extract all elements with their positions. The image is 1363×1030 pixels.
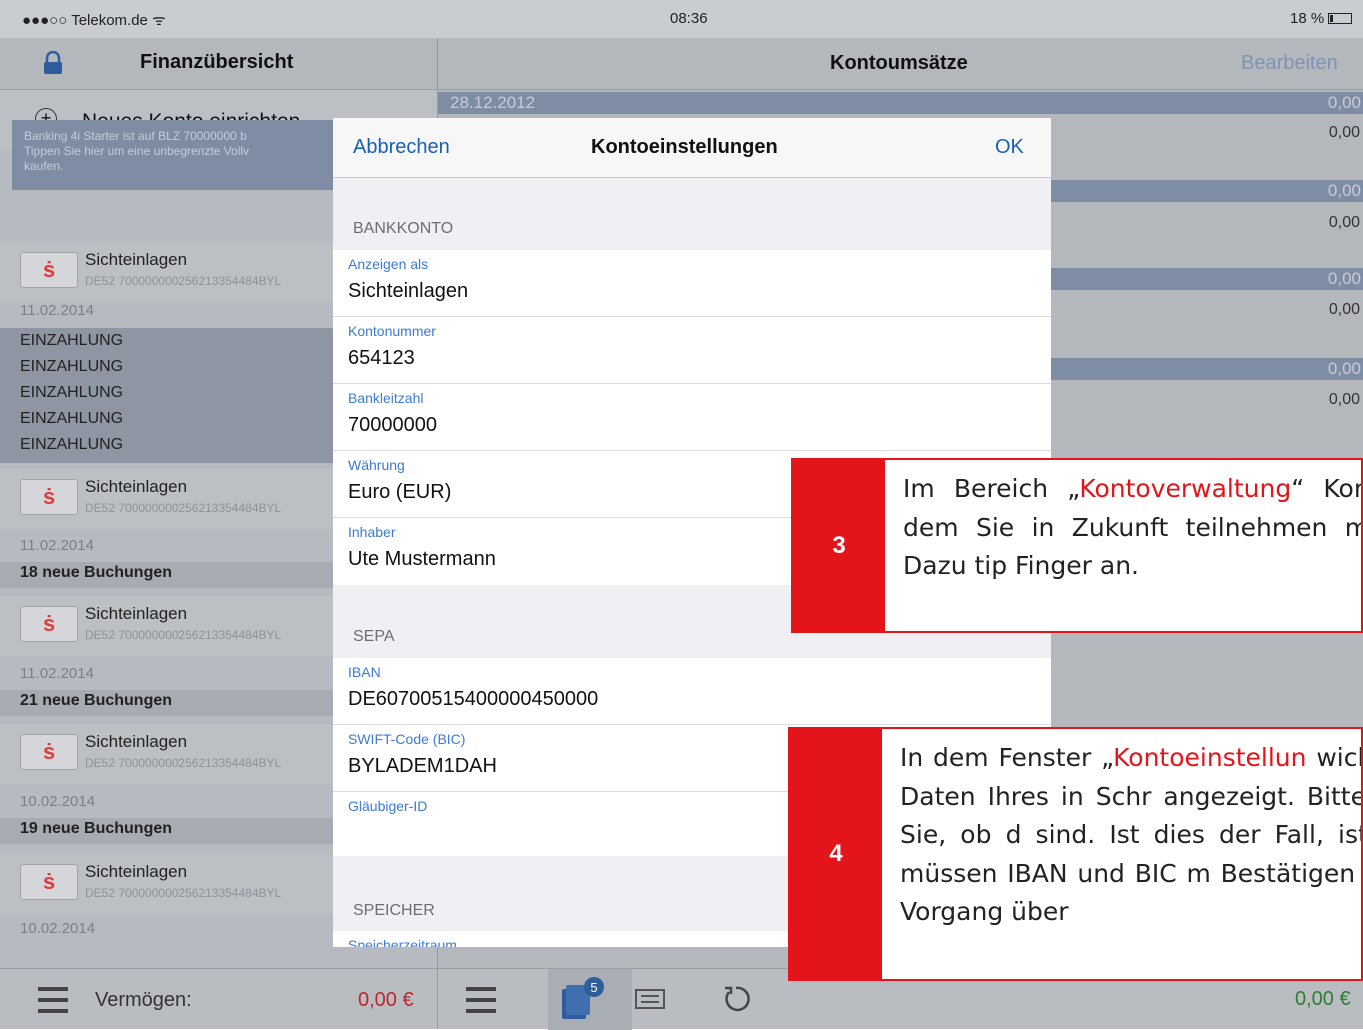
field-label: Währung bbox=[348, 457, 405, 473]
transaction-amount: 0,00 bbox=[1328, 301, 1360, 318]
date-header-amount: 0,00 bbox=[1327, 359, 1361, 378]
transaction-item[interactable]: EINZAHLUNG bbox=[20, 436, 123, 454]
transaction-amount: 0,00 bbox=[1328, 214, 1360, 231]
callout-highlight: Kontoeinstellun bbox=[1113, 743, 1307, 772]
account-number: DE52 700000000256213354484BYL bbox=[85, 756, 282, 770]
account-number: DE52 700000000256213354484BYL bbox=[85, 501, 282, 515]
field-label: Kontonummer bbox=[348, 323, 436, 339]
account-number-field[interactable]: Kontonummer 654123 bbox=[333, 317, 1051, 384]
modal-title: Kontoeinstellungen bbox=[591, 136, 778, 158]
callout-highlight: Kontoverwaltung bbox=[1079, 474, 1292, 503]
date-header-amount: 0,00 bbox=[1327, 181, 1361, 200]
date-header-amount: 0,00 bbox=[1327, 269, 1361, 288]
sparkasse-icon: ṡ bbox=[20, 864, 78, 900]
list-icon[interactable] bbox=[635, 989, 665, 1009]
accounts-icon: 5 bbox=[562, 977, 604, 1019]
callout-number: 3 bbox=[793, 460, 885, 631]
sparkasse-icon: ṡ bbox=[20, 252, 78, 288]
battery-indicator: 18 % bbox=[1290, 10, 1353, 27]
transaction-amount: 0,00 bbox=[1328, 124, 1360, 141]
account-number: DE52 700000000256213354484BYL bbox=[85, 628, 282, 642]
field-value: Sichteinlagen bbox=[348, 280, 469, 302]
menu-icon[interactable] bbox=[38, 987, 68, 1013]
section-storage-header: SPEICHER bbox=[353, 902, 435, 919]
status-bar: ●●●○○ Telekom.de ᯤ 08:36 18 % bbox=[0, 0, 1363, 38]
callout-step-3: 3 Im Bereich „Kontoverwaltung“ Konto, mi… bbox=[791, 458, 1363, 633]
refresh-icon[interactable] bbox=[720, 983, 752, 1015]
accounts-tab[interactable]: 5 bbox=[548, 969, 632, 1030]
callout-step-4: 4 In dem Fenster „Kontoeinstellun wichti… bbox=[788, 727, 1363, 981]
carrier-label: ●●●○○ Telekom.de ᯤ bbox=[22, 12, 166, 29]
right-header: Kontoumsätze Bearbeiten bbox=[438, 38, 1363, 90]
field-label: Gläubiger-ID bbox=[348, 798, 428, 814]
accounts-badge: 5 bbox=[590, 980, 597, 995]
clock: 08:36 bbox=[670, 10, 708, 27]
battery-icon bbox=[1328, 13, 1353, 24]
account-name: Sichteinlagen bbox=[85, 477, 188, 496]
account-number: DE52 700000000256213354484BYL bbox=[85, 274, 282, 288]
bank-code-field[interactable]: Bankleitzahl 70000000 bbox=[333, 384, 1051, 451]
date-header-label: 28.12.2012 bbox=[450, 93, 536, 112]
edit-button[interactable]: Bearbeiten bbox=[1241, 52, 1338, 75]
section-sepa-header: SEPA bbox=[353, 628, 395, 645]
transaction-item[interactable]: EINZAHLUNG bbox=[20, 358, 123, 376]
field-value: Euro (EUR) bbox=[348, 481, 452, 503]
transaction-item[interactable]: EINZAHLUNG bbox=[20, 410, 123, 428]
section-bank-header: BANKKONTO bbox=[353, 220, 454, 237]
assets-value: 0,00 € bbox=[358, 989, 414, 1011]
account-name: Sichteinlagen bbox=[85, 250, 188, 269]
account-date: 11.02.2014 bbox=[20, 302, 94, 319]
cancel-button[interactable]: Abbrechen bbox=[353, 136, 450, 159]
callout-text-start: Im Bereich „ bbox=[903, 474, 1080, 503]
field-label: Anzeigen als bbox=[348, 256, 429, 272]
account-date: 10.02.2014 bbox=[20, 793, 96, 810]
field-label: Bankleitzahl bbox=[348, 390, 424, 406]
sparkasse-icon: ṡ bbox=[20, 734, 78, 770]
field-value: Ute Mustermann bbox=[348, 548, 496, 570]
field-value: DE60700515400000450000 bbox=[348, 688, 599, 710]
field-label: Speicherzeitraum bbox=[348, 937, 457, 947]
account-number: DE52 700000000256213354484BYL bbox=[85, 886, 282, 900]
callout-text-start: In dem Fenster „ bbox=[900, 743, 1114, 772]
ok-button[interactable]: OK bbox=[995, 136, 1024, 159]
callout-text: Im Bereich „Kontoverwaltung“ Konto, mit … bbox=[903, 470, 1361, 586]
field-label: SWIFT-Code (BIC) bbox=[348, 731, 466, 747]
account-date: 10.02.2014 bbox=[20, 920, 96, 937]
transaction-item[interactable]: EINZAHLUNG bbox=[20, 384, 123, 402]
callout-number: 4 bbox=[790, 729, 882, 979]
left-title: Finanzübersicht bbox=[140, 51, 294, 73]
transaction-amount: 0,00 bbox=[1328, 391, 1360, 408]
lock-icon[interactable] bbox=[42, 51, 64, 75]
callout-text: In dem Fenster „Kontoeinstellun wichtigs… bbox=[900, 739, 1361, 932]
right-title: Kontoumsätze bbox=[830, 52, 968, 74]
field-value: 654123 bbox=[348, 347, 415, 369]
display-name-field[interactable]: Anzeigen als Sichteinlagen bbox=[333, 250, 1051, 317]
account-date: 11.02.2014 bbox=[20, 537, 94, 554]
account-name: Sichteinlagen bbox=[85, 862, 188, 881]
date-header: 28.12.2012 0,00 bbox=[438, 92, 1363, 114]
battery-percent: 18 % bbox=[1290, 10, 1325, 27]
account-date: 11.02.2014 bbox=[20, 665, 94, 682]
account-name: Sichteinlagen bbox=[85, 732, 188, 751]
modal-header: Abbrechen Kontoeinstellungen OK bbox=[333, 118, 1051, 178]
field-value: 70000000 bbox=[348, 414, 437, 436]
date-header-amount: 0,00 bbox=[1327, 93, 1361, 112]
sparkasse-icon: ṡ bbox=[20, 479, 78, 515]
iban-field[interactable]: IBAN DE60700515400000450000 bbox=[333, 658, 1051, 725]
left-header: Finanzübersicht bbox=[0, 38, 437, 90]
transaction-item[interactable]: EINZAHLUNG bbox=[20, 332, 123, 350]
sparkasse-icon: ṡ bbox=[20, 606, 78, 642]
menu-icon[interactable] bbox=[466, 987, 496, 1013]
balance-value: 0,00 € bbox=[1295, 988, 1351, 1010]
field-label: Inhaber bbox=[348, 524, 396, 540]
field-value: BYLADEM1DAH bbox=[348, 755, 497, 777]
field-label: IBAN bbox=[348, 664, 381, 680]
account-name: Sichteinlagen bbox=[85, 604, 188, 623]
left-toolbar: Vermögen: 0,00 € bbox=[0, 968, 437, 1029]
assets-label: Vermögen: bbox=[95, 989, 192, 1011]
